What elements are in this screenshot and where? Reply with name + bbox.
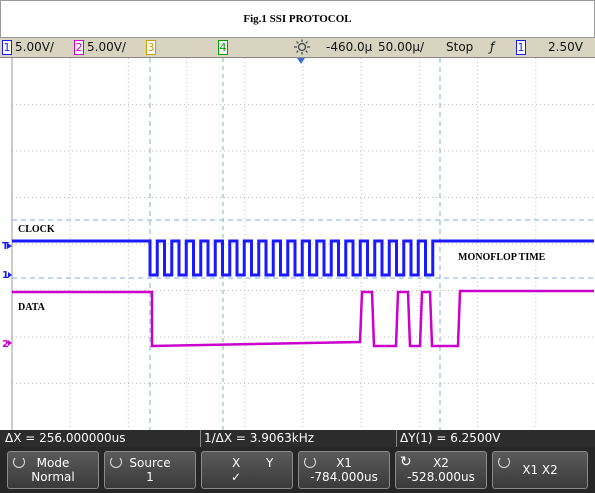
ch4-badge: 4 [218,40,228,55]
ch1-ground-arrow-icon [8,272,12,278]
delay-value[interactable]: -460.0µ [326,40,372,54]
monoflop-time-label: MONOFLOP TIME [458,252,546,263]
ch1-scale: 5.00V/ [15,40,54,54]
trigger-level[interactable]: 2.50V [548,40,583,54]
ch2-badge: 2 [74,40,84,55]
entry-knob-icon [110,456,122,468]
trigger-level-arrow-icon [7,243,12,249]
mode-softkey-value: Normal [31,470,75,484]
trigger-source-badge: 1 [516,40,526,55]
x2-softkey-value: -528.000us [407,470,475,484]
x1x2-softkey[interactable]: X1 X2 [492,451,588,489]
x2-cursor-softkey[interactable]: ↻ X2 -528.000us [395,451,487,489]
readout-divider [396,430,397,447]
rotate-icon: ↻ [400,454,412,470]
source-softkey[interactable]: Source 1 [104,451,196,489]
clock-label: CLOCK [18,224,55,235]
ch4-indicator[interactable]: 4 [218,40,231,55]
mode-softkey[interactable]: Mode Normal [7,451,99,489]
ch1-badge: 1 [2,40,12,55]
entry-knob-icon [304,456,316,468]
softkey-bar: Mode Normal Source 1 X Y ✓ X1 -784.000us… [0,447,595,493]
ch3-badge: 3 [146,40,156,55]
waveform-display[interactable]: T12 CLOCK MONOFLOP TIME DATA [0,58,595,430]
ch1-scale-indicator[interactable]: 1 5.00V/ [2,40,54,55]
scope-status-bar: 1 5.00V/ 2 5.00V/ 3 4 -460.0µ 50.00µ/ Stop… [0,38,595,58]
ch2-ground-marker: 2 [2,339,9,350]
check-icon: ✓ [231,470,242,484]
xy-softkey[interactable]: X Y ✓ [201,451,293,489]
ch3-indicator[interactable]: 3 [146,40,159,55]
xy-softkey-y: Y [266,456,274,470]
xy-softkey-x: X [232,456,241,470]
ch1-ground-marker: 1 [2,270,9,281]
x1-softkey-value: -784.000us [310,470,378,484]
entry-knob-icon [13,456,25,468]
delta-y-readout: ΔY(1) = 6.2500V [400,431,501,445]
inverse-delta-x-readout: 1/ΔX = 3.9063kHz [204,431,315,445]
ch2-scale-indicator[interactable]: 2 5.00V/ [74,40,126,55]
figure-title-bar: Fig.1 SSI PROTOCOL [0,0,595,38]
ch2-scale: 5.00V/ [87,40,126,54]
waveform-graticule: T12 [2,58,594,430]
readout-divider [200,430,201,447]
delay-icon [292,39,312,58]
figure-title: Fig.1 SSI PROTOCOL [243,13,352,25]
delta-x-readout: ΔX = 256.000000us [5,431,126,445]
ch2-ground-arrow-icon [8,340,12,346]
x1-cursor-softkey[interactable]: X1 -784.000us [298,451,390,489]
run-state: Stop [446,40,474,54]
measurement-readout-bar: ΔX = 256.000000us 1/ΔX = 3.9063kHz ΔY(1)… [0,430,595,447]
timebase-value[interactable]: 50.00µ/ [378,40,424,54]
data-label: DATA [18,302,45,313]
source-softkey-value: 1 [146,470,154,484]
entry-knob-icon [498,456,510,468]
trigger-slope-icon: ƒ [490,40,495,54]
delay-reference-icon [297,58,305,64]
